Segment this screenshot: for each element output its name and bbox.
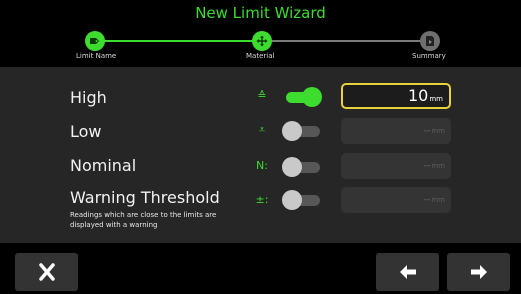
warning-threshold-description: Readings which are close to the limits a…: [70, 211, 217, 229]
nominal-unit: mm: [431, 162, 445, 170]
limits-panel: High ≙ 10mm Low ⩡ --mm Nominal N: --mm W…: [0, 67, 521, 243]
high-label: High: [70, 88, 107, 107]
step-label-material: Material: [246, 52, 275, 60]
warning-threshold-toggle[interactable]: [282, 189, 322, 211]
low-value: --: [423, 126, 431, 136]
low-toggle[interactable]: [282, 120, 322, 142]
cancel-button[interactable]: [15, 253, 78, 291]
toggle-knob: [282, 157, 302, 177]
wizard-header: New Limit Wizard Limit Name Material Sum…: [0, 0, 521, 66]
step-progress-line-pending: [270, 40, 428, 42]
plus-minus-icon: ±:: [255, 193, 269, 206]
nominal-toggle[interactable]: [282, 156, 322, 178]
toggle-knob: [282, 190, 302, 210]
nominal-value: --: [423, 161, 431, 171]
high-value: 10: [408, 86, 429, 105]
high-toggle[interactable]: [282, 86, 322, 108]
warning-threshold-value: --: [423, 195, 431, 205]
toggle-knob: [282, 121, 302, 141]
nominal-icon: N:: [256, 159, 268, 172]
step-material[interactable]: [252, 31, 272, 51]
arrow-left-icon: [399, 265, 416, 279]
step-limit-name[interactable]: [85, 31, 105, 51]
nominal-value-field[interactable]: --mm: [341, 153, 451, 179]
summary-icon: [426, 36, 434, 46]
close-icon: [38, 263, 55, 281]
lower-limit-icon: ⩡: [258, 123, 266, 136]
high-unit: mm: [429, 95, 443, 103]
low-unit: mm: [431, 127, 445, 135]
arrow-right-icon: [470, 265, 487, 279]
step-label-summary: Summary: [412, 52, 446, 60]
toggle-knob: [302, 87, 322, 107]
warning-threshold-value-field[interactable]: --mm: [341, 187, 451, 213]
back-button[interactable]: [376, 253, 439, 291]
wizard-title: New Limit Wizard: [195, 4, 326, 22]
warning-threshold-label: Warning Threshold: [70, 188, 220, 207]
high-value-field[interactable]: 10mm: [341, 83, 451, 109]
upper-limit-icon: ≙: [257, 89, 267, 102]
low-value-field[interactable]: --mm: [341, 118, 451, 144]
step-label-limit-name: Limit Name: [76, 52, 117, 60]
next-button[interactable]: [447, 253, 510, 291]
tag-icon: [90, 38, 99, 44]
move-arrows-icon: [256, 35, 268, 47]
step-progress-line-complete: [98, 40, 258, 42]
nominal-label: Nominal: [70, 156, 137, 175]
step-summary[interactable]: [420, 31, 440, 51]
warning-threshold-unit: mm: [431, 196, 445, 204]
wizard-footer: [0, 244, 521, 294]
low-label: Low: [70, 122, 102, 141]
